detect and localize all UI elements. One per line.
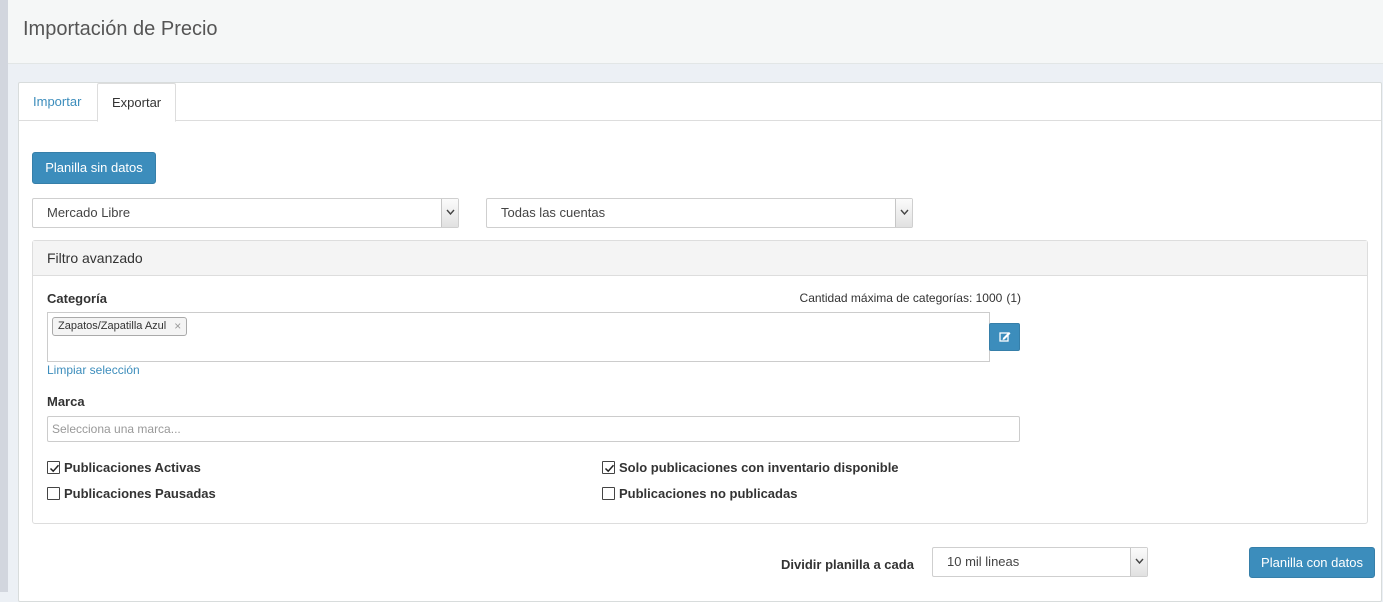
edit-category-button[interactable] — [989, 323, 1020, 351]
split-label: Dividir planilla a cada — [781, 557, 914, 572]
paused-publications-label: Publicaciones Pausadas — [64, 486, 216, 501]
split-lines-select[interactable]: 10 mil lineas — [932, 547, 1148, 577]
tab-exportar[interactable]: Exportar — [97, 83, 177, 122]
split-lines-value: 10 mil lineas — [947, 554, 1020, 569]
checkbox-unchecked[interactable] — [602, 487, 615, 500]
checkbox-checked[interactable] — [602, 461, 615, 474]
page-header: Importación de Precio — [8, 0, 1383, 64]
close-icon[interactable]: × — [174, 318, 181, 335]
checkbox-checked[interactable] — [47, 461, 60, 474]
advanced-filter-header: Filtro avanzado — [33, 241, 1367, 276]
category-tag-label: Zapatos/Zapatilla Azul — [58, 320, 167, 332]
tab-importar[interactable]: Importar — [19, 83, 95, 122]
data-template-button[interactable]: Planilla con datos — [1249, 547, 1375, 578]
chevron-down-icon — [441, 199, 458, 227]
advanced-filter-box: Filtro avanzado Categoría Cantidad máxim… — [32, 240, 1368, 524]
main-panel: Importar Exportar Planilla sin datos Mer… — [18, 82, 1382, 602]
category-max-label: Cantidad máxima de categorías: 1000 — [799, 291, 1003, 305]
category-count: (1) — [1006, 291, 1021, 305]
brand-label: Marca — [47, 394, 85, 409]
checkbox-unchecked[interactable] — [47, 487, 60, 500]
left-sidebar-edge — [0, 0, 8, 592]
category-max-text: Cantidad máxima de categorías: 1000 (1) — [800, 291, 1021, 305]
chevron-down-icon — [1130, 548, 1147, 576]
edit-icon — [999, 332, 1011, 342]
clear-selection-link[interactable]: Limpiar selección — [47, 363, 140, 377]
check-icon — [604, 464, 615, 473]
accounts-select-value: Todas las cuentas — [501, 205, 606, 220]
tab-bar: Importar Exportar — [19, 83, 1381, 122]
unpublished-label: Publicaciones no publicadas — [619, 486, 798, 501]
marketplace-select-value: Mercado Libre — [47, 205, 131, 220]
accounts-select[interactable]: Todas las cuentas — [486, 198, 913, 228]
in-stock-label: Solo publicaciones con inventario dispon… — [619, 460, 899, 475]
category-tag-input[interactable]: Zapatos/Zapatilla Azul × — [47, 312, 990, 362]
brand-input[interactable] — [47, 416, 1020, 442]
category-tag: Zapatos/Zapatilla Azul × — [52, 317, 188, 336]
category-label: Categoría — [47, 291, 107, 306]
blank-template-button[interactable]: Planilla sin datos — [32, 152, 156, 184]
advanced-filter-title: Filtro avanzado — [47, 250, 143, 266]
active-publications-label: Publicaciones Activas — [64, 460, 201, 475]
check-icon — [49, 464, 60, 473]
chevron-down-icon — [895, 199, 912, 227]
marketplace-select[interactable]: Mercado Libre — [32, 198, 459, 228]
page-title: Importación de Precio — [23, 18, 218, 40]
